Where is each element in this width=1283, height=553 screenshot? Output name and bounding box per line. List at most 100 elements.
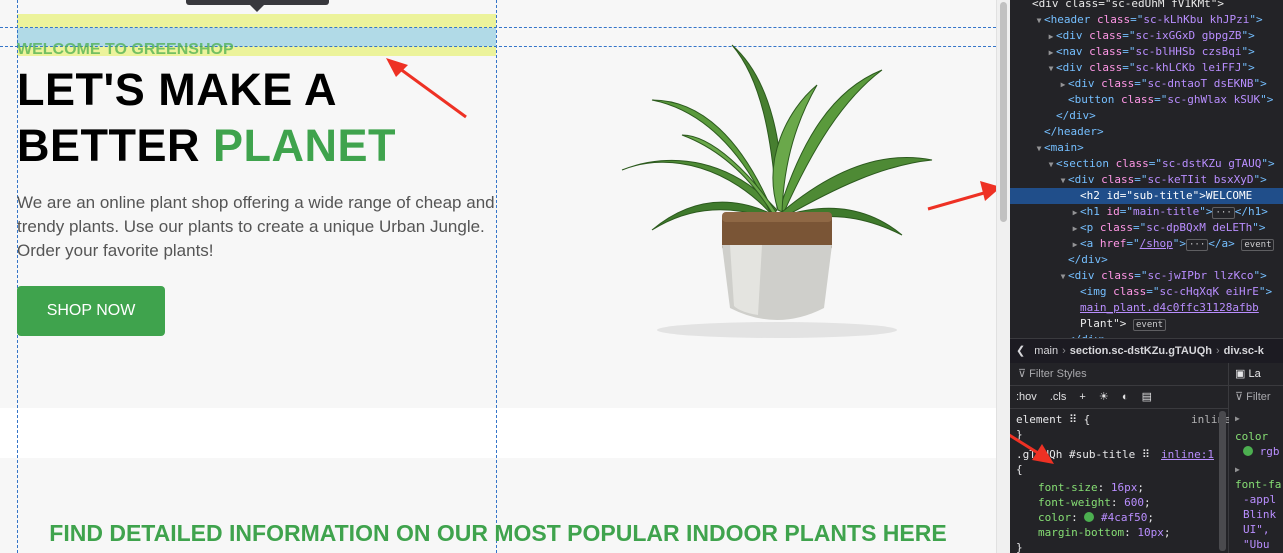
twisty-icon[interactable]: ▼ [1046, 61, 1056, 77]
twisty-icon[interactable]: ▶ [1046, 45, 1056, 61]
twisty-icon[interactable]: ▶ [1058, 77, 1068, 93]
twisty-icon[interactable]: ▶ [1070, 221, 1080, 237]
punct: > [1248, 45, 1255, 58]
punct: > [1255, 13, 1263, 26]
markup-node[interactable]: main_plant.d4c0ffc31128afbb [1010, 300, 1283, 316]
markup-node[interactable]: ▶ <div class="sc-dntaoT dsEKNB"> [1010, 76, 1283, 92]
punct: =" [1146, 285, 1160, 298]
punct: > [1260, 269, 1267, 282]
prop-name: font-size [1038, 481, 1098, 494]
markup-node[interactable]: </div> [1010, 108, 1283, 124]
punct: > [1260, 77, 1267, 90]
markup-node[interactable]: <button class="sc-ghWlax kSUK"> [1010, 92, 1283, 108]
breadcrumb-item-section[interactable]: section.sc-dstKZu.gTAUQh [1070, 345, 1212, 357]
attr-name: class [1101, 269, 1135, 282]
declaration-color[interactable]: color: #4caf50; [1038, 510, 1154, 525]
breadcrumb-item-div[interactable]: div.sc-k [1224, 345, 1264, 357]
breadcrumb-item-main[interactable]: main [1028, 345, 1058, 357]
punct: > [1248, 61, 1255, 74]
selected-node-sub-title[interactable]: <h2 id="sub-title">WELCOME [1010, 188, 1283, 204]
rules-pane: ⊽ Filter Styles :hov .cls + ☀ ◐ ▤ elemen… [1010, 363, 1231, 553]
annotation-arrow-1 [386, 58, 467, 119]
markup-node[interactable]: ▼ <div class="sc-keTIit bsxXyD"> [1010, 172, 1283, 188]
attr-value: sc-blHHSb czsBqi [1135, 45, 1242, 58]
punct: > [1267, 157, 1275, 170]
main-title-line1: LET'S MAKE A [17, 64, 338, 115]
punct: =" [1130, 13, 1144, 26]
declaration-margin-bottom[interactable]: margin-bottom: 10px; [1038, 525, 1170, 540]
punct: > [1258, 221, 1266, 234]
tag-name: <div [1056, 29, 1083, 42]
markup-node[interactable]: ▶ <h1 id="main-title"> ··· </h1> [1010, 204, 1283, 220]
markup-node[interactable]: ▶ <nav class="sc-blHHSb czsBqi"> [1010, 44, 1283, 60]
expand-twisty-icon[interactable]: ▶ [1235, 462, 1240, 477]
punct: " [1252, 221, 1259, 234]
markup-node[interactable]: ▶ <p class="sc-dpBQxM deLETh"> [1010, 220, 1283, 236]
twisty-icon[interactable]: ▼ [1046, 157, 1056, 173]
breadcrumb: ❮ main › section.sc-dstKZu.gTAUQh › div.sc-k [1010, 338, 1283, 364]
filter-styles-input[interactable]: ⊽ Filter Styles [1010, 363, 1228, 386]
guide-line-top [0, 27, 996, 28]
shop-now-button[interactable]: SHOP NOW [17, 286, 165, 336]
page-scrollbar-thumb[interactable] [1000, 2, 1007, 222]
attr-value: /shop [1139, 237, 1173, 250]
twisty-icon[interactable]: ▼ [1058, 173, 1068, 189]
markup-node[interactable]: ▶ <div class="sc-ixGGxD gbpgZB"> [1010, 28, 1283, 44]
markup-node[interactable]: ▶ <a href="/shop"> ··· </a> event [1010, 236, 1283, 252]
prop-value: #4caf50 [1101, 511, 1148, 524]
markup-node[interactable]: ▼ <div class="sc-khLCKb leiFFJ"> [1010, 60, 1283, 76]
twisty-icon[interactable]: ▶ [1070, 237, 1080, 253]
markup-node[interactable]: ▼ <header class="sc-kLhKbu khJPzi"> [1010, 12, 1283, 28]
twisty-icon[interactable]: ▼ [1034, 141, 1044, 157]
attr-value: main-title [1133, 205, 1200, 218]
layout-tab[interactable]: ▣ La [1229, 363, 1283, 386]
attr-name: href [1099, 237, 1127, 250]
punct: =" [1154, 93, 1168, 106]
markup-node[interactable]: <img class="sc-cHqXqK eiHrE"> [1010, 284, 1283, 300]
expand-twisty-icon[interactable]: ▶ [1235, 411, 1240, 426]
punct: =" [1134, 77, 1148, 90]
node-text: WELCOME [1205, 189, 1253, 202]
attr-name: class [1096, 13, 1131, 26]
section-title: FIND DETAILED INFORMATION ON OUR MOST PO… [49, 520, 947, 546]
twisty-icon[interactable]: ▼ [1034, 13, 1044, 29]
markup-node[interactable]: Plant"> event [1010, 316, 1283, 332]
computed-filter[interactable]: ⊽ Filter [1229, 386, 1283, 408]
filter-styles-placeholder: Filter Styles [1029, 368, 1087, 380]
punct: =" [1126, 237, 1140, 250]
punct: > [1179, 237, 1186, 250]
declaration-font-size[interactable]: font-size: 16px; [1038, 480, 1144, 495]
attr-value: sc-ixGGxD gbpgZB [1135, 29, 1242, 42]
markup-node[interactable]: ▼ <section class="sc-dstKZu gTAUQ"> [1010, 156, 1283, 172]
page-scrollbar[interactable] [996, 0, 1011, 553]
twisty-icon[interactable]: ▼ [1058, 269, 1068, 285]
prop-value: 600 [1124, 496, 1144, 509]
markup-node[interactable]: ▼ <main> [1010, 140, 1283, 156]
tag-name: <img [1080, 285, 1107, 298]
twisty-icon[interactable]: ▶ [1070, 205, 1080, 221]
attr-name: class [1113, 285, 1147, 298]
attr-name: class [1101, 173, 1135, 186]
markup-node[interactable]: </header> [1010, 124, 1283, 140]
breadcrumb-back-icon[interactable]: ❮ [1010, 345, 1025, 357]
twisty-icon[interactable]: ▶ [1046, 29, 1056, 45]
closing-tag: </div> [1056, 109, 1096, 122]
filter-icon: ⊽ [1018, 368, 1027, 380]
attr-value: sc-dpBQxM deLETh [1146, 221, 1253, 234]
computed-prop-font-family: font-fa [1235, 478, 1282, 491]
computed-value-line: Blink [1243, 508, 1277, 521]
tag-name: <section [1056, 157, 1109, 170]
declaration-font-weight[interactable]: font-weight: 600; [1038, 495, 1151, 510]
tag-name: <div [1068, 269, 1095, 282]
markup-node[interactable]: ▼ <div class="sc-jwIPbr llzKco"> [1010, 268, 1283, 284]
collapsed-content-badge: ··· [1212, 207, 1235, 219]
prop-value: 10px [1137, 526, 1164, 539]
web-page: WELCOME TO GREENSHOP LET'S MAKE A BETTER… [0, 0, 996, 553]
attr-name: id [1106, 205, 1120, 218]
punct: =" [1122, 29, 1136, 42]
markup-node[interactable]: </div> [1010, 252, 1283, 268]
markup-node[interactable]: <div class="sc-edUhM fV1KMt"> [1010, 0, 1283, 12]
color-swatch-icon[interactable] [1084, 512, 1095, 522]
